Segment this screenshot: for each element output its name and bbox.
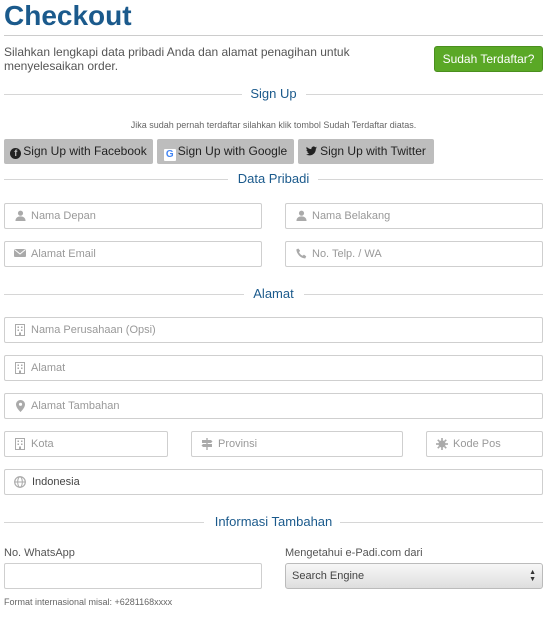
- first-name-input[interactable]: [31, 208, 255, 224]
- intro-text: Silahkan lengkapi data pribadi Anda dan …: [4, 45, 350, 73]
- company-input[interactable]: [31, 322, 536, 338]
- building-icon: [14, 324, 26, 336]
- whatsapp-format-hint: Format internasional misal: +6281168xxxx: [4, 597, 173, 607]
- email-field[interactable]: [4, 241, 262, 267]
- extra-section-header: Informasi Tambahan: [4, 514, 543, 530]
- signup-google-button[interactable]: G Sign Up with Google: [157, 139, 294, 164]
- first-name-field[interactable]: [4, 203, 262, 229]
- page-title: Checkout: [4, 0, 132, 31]
- last-name-field[interactable]: [285, 203, 543, 229]
- road-sign-icon: [201, 438, 213, 450]
- source-selected-value: Search Engine: [292, 570, 365, 582]
- province-input[interactable]: [218, 436, 396, 452]
- postcode-input[interactable]: [453, 436, 536, 452]
- address-field[interactable]: [4, 355, 543, 381]
- section-title-extra: Informasi Tambahan: [206, 514, 341, 529]
- address-input[interactable]: [31, 360, 536, 376]
- source-label: Mengetahui e-Padi.com dari: [285, 547, 423, 559]
- section-title-personal: Data Pribadi: [229, 171, 318, 186]
- country-field[interactable]: Indonesia: [4, 469, 543, 495]
- signup-hint: Jika sudah pernah terdaftar silahkan kli…: [130, 120, 417, 130]
- signup-facebook-button[interactable]: f Sign Up with Facebook: [4, 139, 153, 164]
- address-section-header: Alamat: [4, 286, 543, 302]
- personal-section-header: Data Pribadi: [4, 171, 543, 187]
- phone-input[interactable]: [312, 246, 536, 262]
- already-registered-button[interactable]: Sudah Terdaftar?: [434, 46, 543, 72]
- twitter-icon: [306, 140, 318, 165]
- email-input[interactable]: [31, 246, 255, 262]
- city-input[interactable]: [31, 436, 161, 452]
- title-divider: [4, 35, 543, 36]
- phone-icon: [295, 248, 307, 260]
- city-field[interactable]: [4, 431, 168, 457]
- last-name-input[interactable]: [312, 208, 536, 224]
- signup-twitter-button[interactable]: Sign Up with Twitter: [298, 139, 434, 164]
- map-marker-icon: [14, 400, 26, 412]
- envelope-icon: [14, 248, 26, 260]
- source-select[interactable]: Search Engine ▲ ▼: [285, 563, 543, 589]
- country-value: Indonesia: [32, 476, 80, 488]
- whatsapp-label: No. WhatsApp: [4, 547, 75, 559]
- address2-field[interactable]: [4, 393, 543, 419]
- whatsapp-input[interactable]: [4, 563, 262, 589]
- postcode-field[interactable]: [426, 431, 543, 457]
- facebook-icon: f: [10, 148, 22, 159]
- section-title-signup: Sign Up: [242, 86, 305, 101]
- section-title-address: Alamat: [245, 286, 302, 301]
- user-icon: [14, 210, 26, 222]
- signup-section-header: Sign Up: [4, 86, 543, 102]
- address2-input[interactable]: [31, 398, 536, 414]
- phone-field[interactable]: [285, 241, 543, 267]
- user-icon: [295, 210, 307, 222]
- select-arrows-icon: ▲ ▼: [529, 569, 536, 583]
- gear-icon: [436, 438, 448, 450]
- globe-icon: [14, 476, 26, 488]
- company-field[interactable]: [4, 317, 543, 343]
- building-icon: [14, 438, 26, 450]
- building-icon: [14, 362, 26, 374]
- province-field[interactable]: [191, 431, 403, 457]
- google-icon: G: [163, 149, 176, 161]
